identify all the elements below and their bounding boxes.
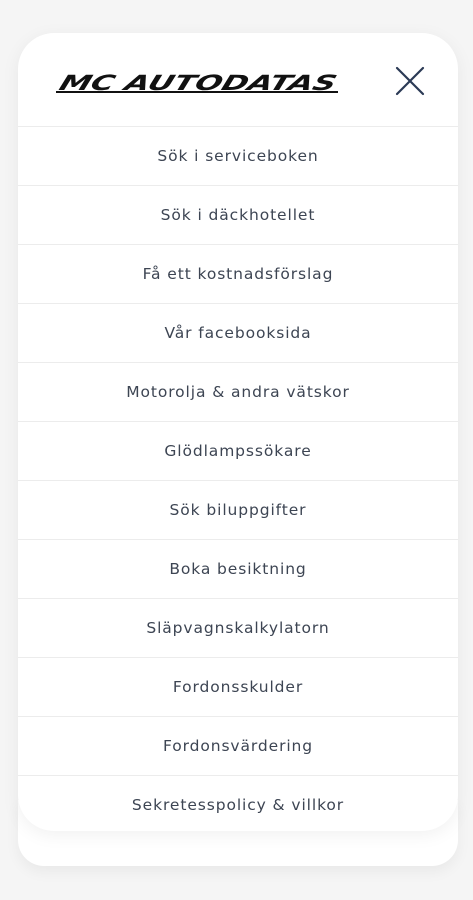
close-icon xyxy=(395,66,425,96)
menu-list: Sök i serviceboken Sök i däckhotellet Få… xyxy=(18,127,458,831)
menu-item-biluppgifter[interactable]: Sök biluppgifter xyxy=(18,481,458,540)
menu-item-servicebok[interactable]: Sök i serviceboken xyxy=(18,127,458,186)
menu-item-label: Sök biluppgifter xyxy=(169,501,307,519)
menu-item-label: Släpvagnskalkylatorn xyxy=(146,619,330,637)
menu-item-label: Fordonsvärdering xyxy=(162,737,314,755)
menu-item-fordonsvardering[interactable]: Fordonsvärdering xyxy=(18,717,458,776)
menu-item-facebook[interactable]: Vår facebooksida xyxy=(18,304,458,363)
menu-item-dackhotell[interactable]: Sök i däckhotellet xyxy=(18,186,458,245)
navigation-menu: MC AUTODATAS Sök i serviceboken Sök i dä… xyxy=(18,33,458,831)
menu-item-fordonsskulder[interactable]: Fordonsskulder xyxy=(18,658,458,717)
menu-header: MC AUTODATAS xyxy=(18,33,458,127)
brand-logo[interactable]: MC AUTODATAS xyxy=(56,71,338,95)
menu-item-label: Glödlampssökare xyxy=(164,442,312,460)
menu-item-glodlampor[interactable]: Glödlampssökare xyxy=(18,422,458,481)
menu-item-sekretesspolicy[interactable]: Sekretesspolicy & villkor xyxy=(18,776,458,831)
menu-item-motorolja[interactable]: Motorolja & andra vätskor xyxy=(18,363,458,422)
menu-item-kostnadsforslag[interactable]: Få ett kostnadsförslag xyxy=(18,245,458,304)
menu-item-label: Boka besiktning xyxy=(169,560,307,578)
page: MC AUTODATAS Sök i serviceboken Sök i dä… xyxy=(0,0,473,900)
menu-item-besiktning[interactable]: Boka besiktning xyxy=(18,540,458,599)
menu-item-label: Sök i serviceboken xyxy=(157,147,319,165)
menu-item-label: Vår facebooksida xyxy=(164,324,312,342)
menu-item-label: Få ett kostnadsförslag xyxy=(142,265,334,283)
menu-item-label: Fordonsskulder xyxy=(172,678,304,696)
close-menu-button[interactable] xyxy=(394,65,426,97)
menu-item-label: Motorolja & andra vätskor xyxy=(126,383,350,401)
menu-item-slapvagn[interactable]: Släpvagnskalkylatorn xyxy=(18,599,458,658)
menu-item-label: Sök i däckhotellet xyxy=(160,206,316,224)
menu-item-label: Sekretesspolicy & villkor xyxy=(131,796,345,814)
